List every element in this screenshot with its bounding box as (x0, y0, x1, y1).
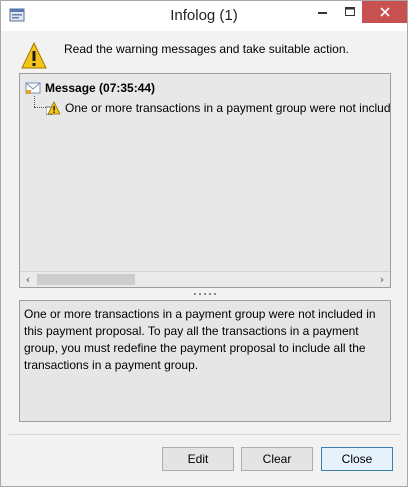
close-icon (379, 7, 390, 17)
message-tree[interactable]: Message (07:35:44) One or more transacti… (19, 73, 391, 288)
infolog-window: Infolog (1) Read the warning messages an… (0, 0, 408, 487)
message-icon (25, 82, 41, 94)
grip-dot (199, 293, 201, 295)
tree-node-label: Message (07:35:44) (45, 81, 156, 95)
warning-icon (21, 42, 47, 69)
grip-dot (204, 293, 206, 295)
detail-text: One or more transactions in a payment gr… (24, 307, 376, 372)
title-bar[interactable]: Infolog (1) (1, 1, 407, 31)
close-button[interactable]: Close (321, 447, 393, 471)
message-detail[interactable]: One or more transactions in a payment gr… (19, 300, 391, 422)
tree-connector (34, 107, 46, 108)
tree-node-label: One or more transactions in a payment gr… (65, 101, 391, 115)
minimize-button[interactable] (310, 1, 336, 23)
tree-connector (34, 96, 35, 107)
splitter-handle[interactable] (194, 292, 216, 296)
maximize-button[interactable] (337, 1, 363, 23)
warning-header: Read the warning messages and take suita… (9, 35, 401, 69)
window-close-button[interactable] (362, 1, 407, 23)
clear-button[interactable]: Clear (241, 447, 313, 471)
maximize-icon (345, 7, 355, 16)
grip-dot (194, 293, 196, 295)
scroll-right-icon[interactable]: › (374, 272, 390, 287)
grip-dot (214, 293, 216, 295)
scrollbar-thumb[interactable] (37, 274, 135, 285)
scroll-left-icon[interactable]: ‹ (20, 272, 36, 287)
horizontal-scrollbar[interactable]: ‹ › (20, 271, 390, 287)
warning-icon (46, 101, 60, 115)
tree-node-message[interactable]: Message (07:35:44) (25, 80, 155, 96)
minimize-icon (318, 12, 327, 14)
tree-node-warning[interactable]: One or more transactions in a payment gr… (46, 100, 391, 116)
grip-dot (209, 293, 211, 295)
header-message: Read the warning messages and take suita… (64, 42, 349, 56)
edit-button[interactable]: Edit (162, 447, 234, 471)
footer-divider (9, 434, 401, 435)
